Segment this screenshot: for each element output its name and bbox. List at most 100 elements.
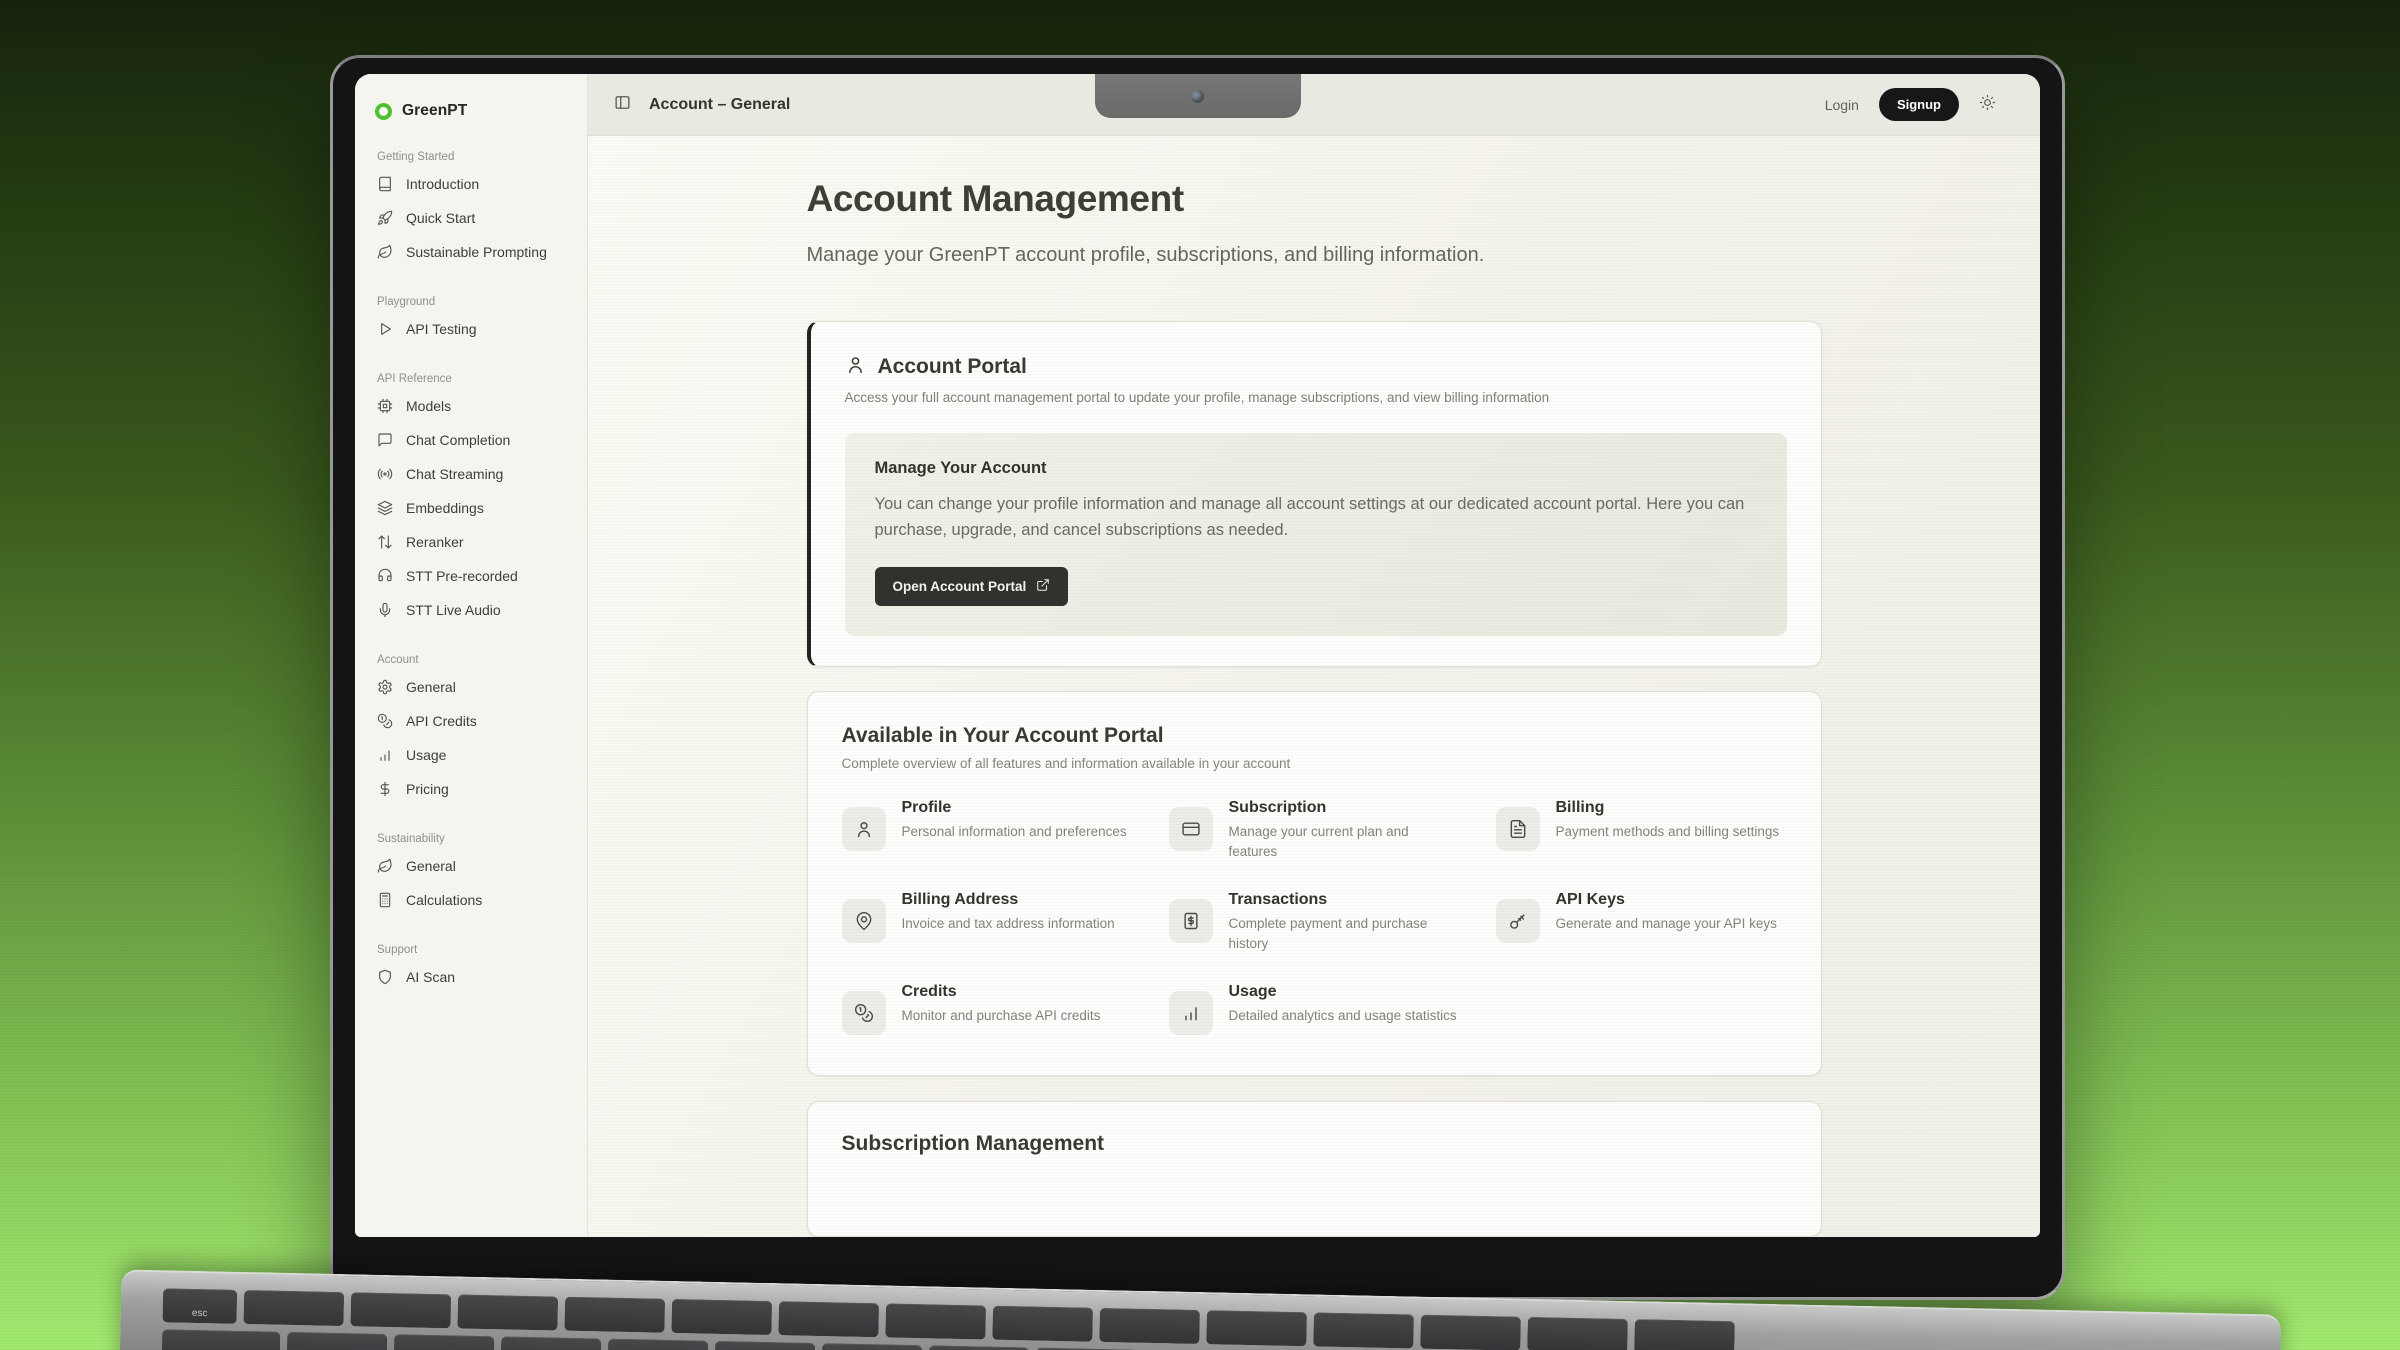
feature-description: Detailed analytics and usage statistics bbox=[1229, 1006, 1457, 1026]
keyboard-key bbox=[243, 1290, 344, 1326]
feature-icon-tile bbox=[1496, 899, 1540, 943]
keyboard-key bbox=[992, 1306, 1093, 1342]
sidebar-item-introduction[interactable]: Introduction bbox=[355, 167, 587, 201]
keyboard-key bbox=[1206, 1310, 1307, 1346]
signup-button[interactable]: Signup bbox=[1879, 88, 1959, 121]
feature-icon-tile bbox=[1169, 807, 1213, 851]
manage-account-panel: Manage Your Account You can change your … bbox=[845, 433, 1787, 636]
main-content: Account Management Manage your GreenPT a… bbox=[588, 136, 2040, 1237]
document-icon bbox=[1508, 819, 1528, 839]
sidebar-item-chat-streaming[interactable]: Chat Streaming bbox=[355, 457, 587, 491]
user-icon bbox=[845, 354, 866, 380]
keyboard-key bbox=[821, 1343, 922, 1350]
sidebar-item-label: Sustainable Prompting bbox=[406, 244, 547, 260]
camera-notch bbox=[1095, 74, 1301, 118]
features-card: Available in Your Account Portal Complet… bbox=[807, 691, 1822, 1076]
sidebar-section: PlaygroundAPI Testing bbox=[355, 296, 587, 346]
sidebar-toggle-icon[interactable] bbox=[614, 94, 631, 116]
sidebar-section: API ReferenceModelsChat CompletionChat S… bbox=[355, 373, 587, 627]
layers-icon bbox=[377, 500, 393, 516]
sidebar-item-embeddings[interactable]: Embeddings bbox=[355, 491, 587, 525]
keyboard-key bbox=[928, 1345, 1029, 1350]
feature-title: Usage bbox=[1229, 983, 1457, 1001]
sidebar-item-calculations[interactable]: Calculations bbox=[355, 883, 587, 917]
sidebar-item-label: General bbox=[406, 858, 456, 874]
sidebar-item-models[interactable]: Models bbox=[355, 389, 587, 423]
account-portal-description: Access your full account management port… bbox=[845, 390, 1787, 405]
logo[interactable]: GreenPT bbox=[355, 74, 587, 124]
keyboard-key bbox=[501, 1336, 602, 1350]
feature-item-profile: ProfilePersonal information and preferen… bbox=[842, 799, 1133, 861]
feature-text: Usage Detailed analytics and usage statis… bbox=[1229, 983, 1457, 1035]
greenpt-logo-icon bbox=[375, 103, 392, 120]
sidebar-item-api-credits[interactable]: API Credits bbox=[355, 704, 587, 738]
sidebar-item-label: Embeddings bbox=[406, 500, 484, 516]
sidebar-item-ai-scan[interactable]: AI Scan bbox=[355, 960, 587, 994]
sidebar-item-label: Chat Completion bbox=[406, 432, 510, 448]
sidebar-item-stt-live-audio[interactable]: STT Live Audio bbox=[355, 593, 587, 627]
feature-icon-tile bbox=[842, 991, 886, 1035]
sidebar-item-chat-completion[interactable]: Chat Completion bbox=[355, 423, 587, 457]
feature-description: Payment methods and billing settings bbox=[1556, 822, 1780, 842]
feature-text: CreditsMonitor and purchase API credits bbox=[902, 983, 1101, 1035]
leaf-icon bbox=[377, 244, 393, 260]
keyboard-key bbox=[1634, 1319, 1735, 1350]
sidebar-item-api-testing[interactable]: API Testing bbox=[355, 312, 587, 346]
keyboard-key bbox=[1420, 1315, 1521, 1350]
feature-icon-tile bbox=[842, 899, 886, 943]
broadcast-icon bbox=[377, 466, 393, 482]
sidebar-item-general[interactable]: General bbox=[355, 670, 587, 704]
feature-description: Generate and manage your API keys bbox=[1556, 914, 1777, 934]
leaf-icon bbox=[377, 858, 393, 874]
external-link-icon bbox=[1036, 578, 1050, 592]
feature-text: ProfilePersonal information and preferen… bbox=[902, 799, 1127, 861]
feature-item-transactions: TransactionsComplete payment and purchas… bbox=[1169, 891, 1460, 953]
open-account-portal-button[interactable]: Open Account Portal bbox=[875, 567, 1069, 606]
keyboard-key bbox=[671, 1299, 772, 1335]
feature-description: Monitor and purchase API credits bbox=[902, 1006, 1101, 1026]
user-icon bbox=[854, 819, 874, 839]
sidebar-item-label: General bbox=[406, 679, 456, 695]
map-pin-icon bbox=[854, 911, 874, 931]
feature-item-subscription: Subscription Manage your current plan and… bbox=[1169, 799, 1460, 861]
sidebar-item-reranker[interactable]: Reranker bbox=[355, 525, 587, 559]
sidebar-item-label: Chat Streaming bbox=[406, 466, 503, 482]
feature-description: Manage your current plan and features bbox=[1229, 822, 1460, 861]
sidebar-section-label: Support bbox=[377, 944, 587, 956]
keyboard-key bbox=[457, 1294, 558, 1330]
keyboard-key bbox=[564, 1297, 665, 1333]
chip-icon bbox=[377, 398, 393, 414]
feature-title: Subscription bbox=[1229, 799, 1460, 817]
sidebar-item-pricing[interactable]: Pricing bbox=[355, 772, 587, 806]
coins-icon bbox=[377, 713, 393, 729]
sidebar-section: Support AI Scan bbox=[355, 944, 587, 994]
sidebar-item-stt-pre-recorded[interactable]: STT Pre-recorded bbox=[355, 559, 587, 593]
account-portal-card: Account Portal Access your full account … bbox=[807, 321, 1822, 667]
coins-icon bbox=[854, 1003, 874, 1023]
login-link[interactable]: Login bbox=[1825, 97, 1859, 113]
theme-toggle-sun-icon[interactable] bbox=[1979, 94, 1996, 116]
sidebar-item-sustainable-prompting[interactable]: Sustainable Prompting bbox=[355, 235, 587, 269]
open-account-portal-label: Open Account Portal bbox=[893, 579, 1027, 594]
dollar-icon bbox=[377, 781, 393, 797]
feature-title: Billing Address bbox=[902, 891, 1115, 909]
feature-description: Invoice and tax address information bbox=[902, 914, 1115, 934]
sidebar-item-label: Pricing bbox=[406, 781, 449, 797]
account-portal-card-header: Account Portal bbox=[845, 354, 1787, 380]
sidebar-item-general[interactable]: General bbox=[355, 849, 587, 883]
sidebar-item-quick-start[interactable]: Quick Start bbox=[355, 201, 587, 235]
page-subtitle: Manage your GreenPT account profile, sub… bbox=[807, 244, 1822, 267]
keyboard-key bbox=[350, 1292, 451, 1328]
sidebar-nav: Getting StartedIntroductionQuick StartSu… bbox=[355, 151, 587, 994]
sidebar-section: AccountGeneralAPI CreditsUsagePricing bbox=[355, 654, 587, 806]
sidebar-item-usage[interactable]: Usage bbox=[355, 738, 587, 772]
feature-icon-tile bbox=[842, 807, 886, 851]
book-icon bbox=[377, 176, 393, 192]
feature-text: Subscription Manage your current plan and… bbox=[1229, 799, 1460, 861]
sidebar-item-label: API Credits bbox=[406, 713, 477, 729]
keyboard-key bbox=[778, 1301, 879, 1337]
sidebar-item-label: Introduction bbox=[406, 176, 479, 192]
keyboard-key bbox=[715, 1341, 816, 1350]
feature-icon-tile bbox=[1169, 991, 1213, 1035]
key-icon bbox=[1508, 911, 1528, 931]
